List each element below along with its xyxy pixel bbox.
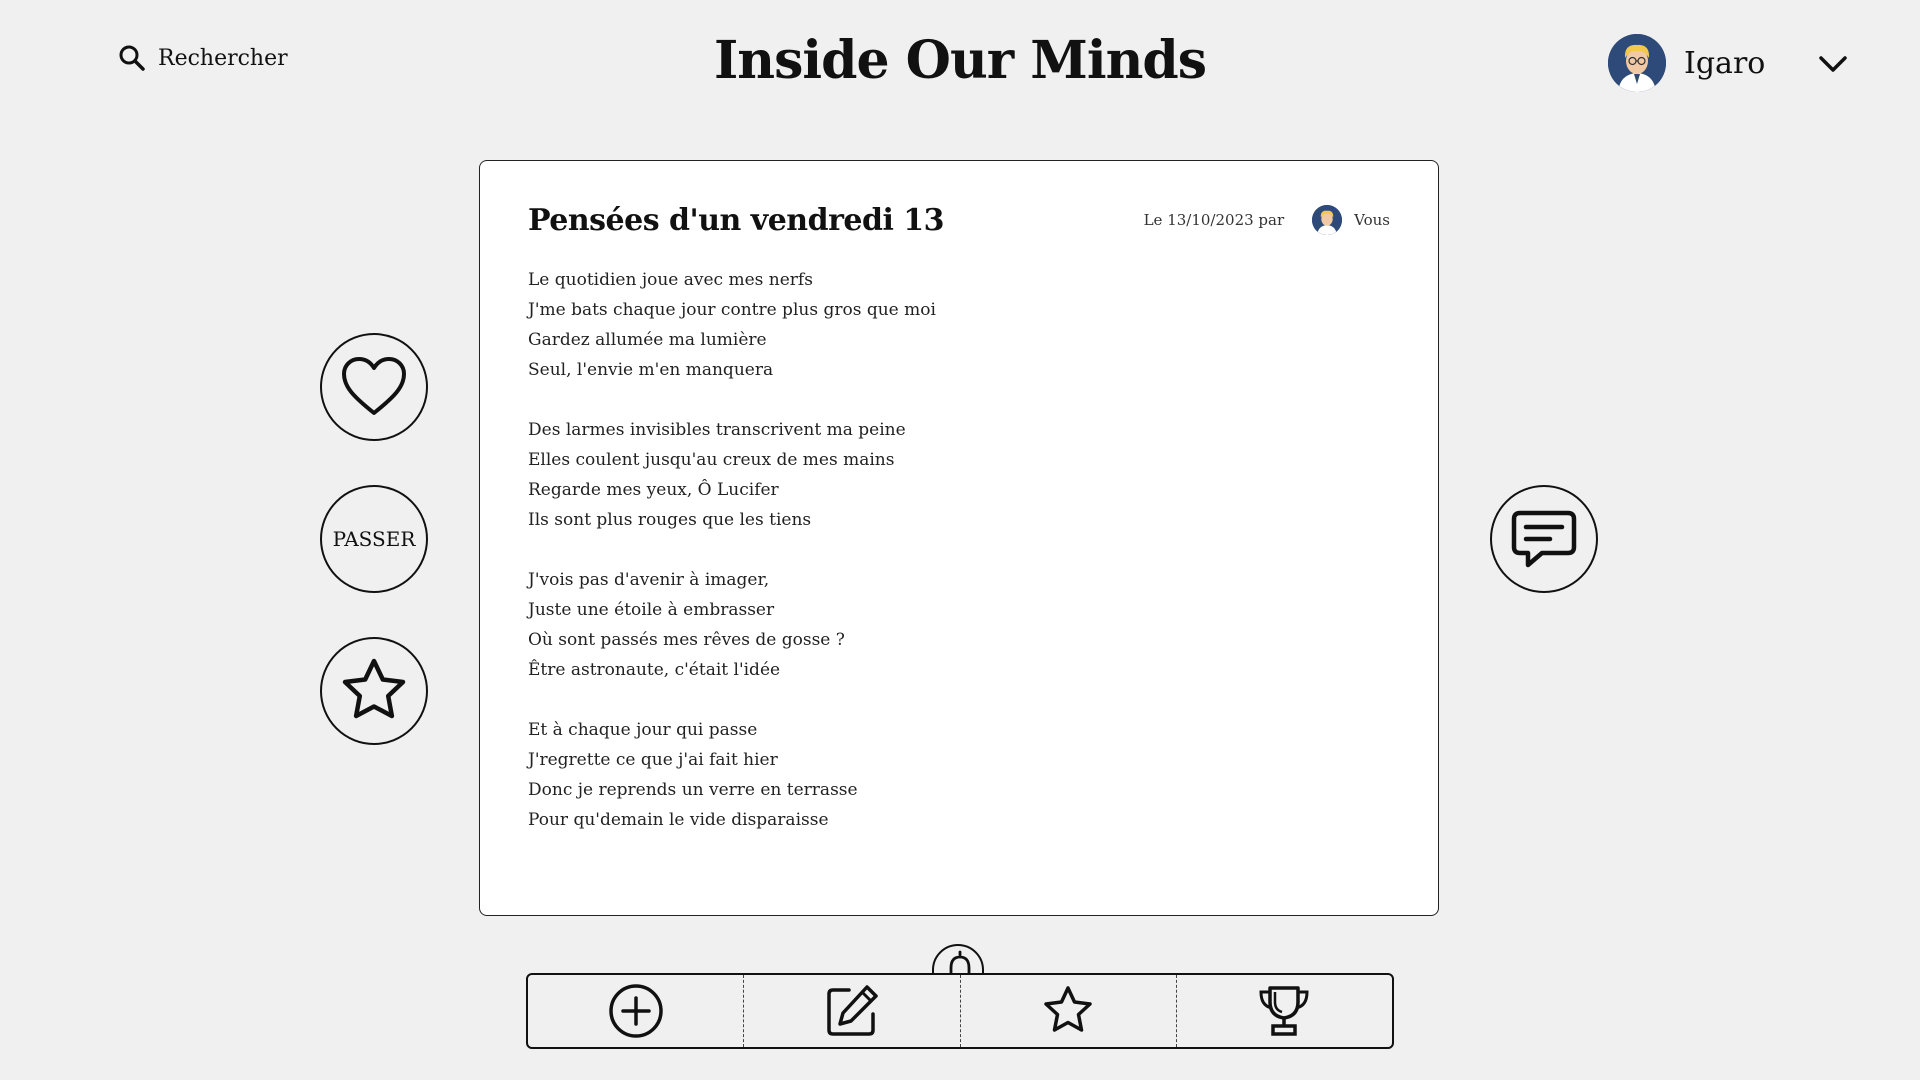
pass-button[interactable]: PASSER	[320, 485, 428, 593]
poem-line: J'regrette ce que j'ai fait hier	[528, 750, 778, 770]
edit-icon	[827, 985, 878, 1036]
create-post-button[interactable]	[528, 975, 743, 1047]
poem-line: Où sont passés mes rêves de gosse ?	[528, 630, 845, 650]
poem-line: Donc je reprends un verre en terrasse	[528, 780, 858, 800]
stanza: J'vois pas d'avenir à imager, Juste une …	[528, 565, 936, 685]
heart-icon	[342, 357, 406, 415]
author-avatar[interactable]	[1312, 205, 1343, 235]
poem-line: J'me bats chaque jour contre plus gros q…	[528, 300, 936, 320]
poem-line: Ils sont plus rouges que les tiens	[528, 510, 812, 530]
poem-line: Et à chaque jour qui passe	[528, 720, 758, 740]
leaderboard-button[interactable]	[1175, 975, 1392, 1047]
stanza: Des larmes invisibles transcrivent ma pe…	[528, 415, 936, 535]
star-icon	[1044, 986, 1092, 1032]
poem-line: J'vois pas d'avenir à imager,	[528, 570, 770, 590]
edit-button[interactable]	[743, 975, 959, 1047]
trophy-icon	[1259, 986, 1309, 1036]
plus-circle-icon	[608, 984, 663, 1038]
pass-label: PASSER	[332, 527, 416, 551]
stanza: Le quotidien joue avec mes nerfs J'me ba…	[528, 265, 936, 385]
poem-line: Le quotidien joue avec mes nerfs	[528, 270, 813, 290]
avatar	[1608, 34, 1666, 92]
post-author[interactable]: Vous	[1354, 211, 1390, 229]
post-title: Pensées d'un vendredi 13	[528, 203, 945, 238]
comment-button[interactable]	[1490, 485, 1598, 593]
poem-line: Gardez allumée ma lumière	[528, 330, 767, 350]
chevron-down-icon[interactable]	[1815, 46, 1851, 82]
post-date: Le 13/10/2023 par	[1143, 211, 1285, 229]
stanza: Et à chaque jour qui passe J'regrette ce…	[528, 715, 936, 835]
poem-line: Pour qu'demain le vide disparaisse	[528, 810, 829, 830]
poem-line: Juste une étoile à embrasser	[528, 600, 775, 620]
post-card: Pensées d'un vendredi 13 Le 13/10/2023 p…	[479, 160, 1439, 916]
user-name: Igaro	[1684, 45, 1766, 81]
user-menu[interactable]: Igaro	[1608, 34, 1765, 92]
page: Rechercher Inside Our Minds Igaro PASSER	[0, 0, 1920, 1080]
comment-icon	[1511, 510, 1577, 568]
bottom-toolbar	[526, 973, 1394, 1049]
like-button[interactable]	[320, 333, 428, 441]
poem-line: Regarde mes yeux, Ô Lucifer	[528, 480, 779, 500]
poem-line: Être astronaute, c'était l'idée	[528, 660, 781, 680]
poem-line: Des larmes invisibles transcrivent ma pe…	[528, 420, 906, 440]
poem-line: Elles coulent jusqu'au creux de mes main…	[528, 450, 895, 470]
favorites-button[interactable]	[959, 975, 1176, 1047]
favorite-button[interactable]	[320, 637, 428, 745]
poem-line: Seul, l'envie m'en manquera	[528, 360, 774, 380]
post-meta: Le 13/10/2023 par Vous	[1144, 205, 1390, 235]
poem-body: Le quotidien joue avec mes nerfs J'me ba…	[528, 265, 936, 865]
star-icon	[342, 658, 406, 719]
